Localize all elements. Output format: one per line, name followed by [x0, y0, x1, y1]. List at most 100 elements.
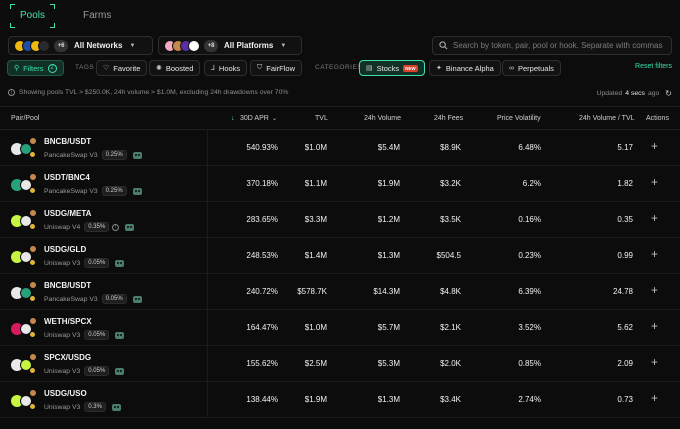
- stocks-icon: ▤: [366, 65, 373, 72]
- category-binance-alpha[interactable]: ✦ Binance Alpha: [429, 60, 501, 76]
- categories-label: CATEGORIES: [315, 64, 363, 71]
- chevron-down-icon: ▼: [129, 42, 136, 49]
- column-apr[interactable]: 30D APR: [240, 115, 269, 122]
- protocol-name: Uniswap V3: [44, 403, 81, 411]
- refresh-icon[interactable]: ↻: [665, 89, 672, 98]
- pair-token-icons: [11, 209, 37, 230]
- cell-apr: 164.47%: [246, 323, 278, 332]
- tab-pools[interactable]: Pools: [10, 4, 56, 28]
- pool-cell[interactable]: SPCX/USDG Uniswap V3 0.05%: [0, 346, 208, 382]
- pair-token-icons: [11, 137, 37, 158]
- cell-fees: $2.1K: [440, 323, 461, 332]
- column-vol-tvl[interactable]: 24h Volume / TVL: [579, 115, 635, 122]
- table-row[interactable]: USDT/BNC4 PancakeSwap V3 0.25% 370.18% $1.1M…: [0, 166, 680, 202]
- pair-name[interactable]: BNCB/USDT: [44, 281, 91, 290]
- sort-desc-icon[interactable]: ↓: [231, 115, 235, 122]
- cell-fees: $3.2K: [440, 179, 461, 188]
- bot-icon: [115, 331, 125, 339]
- cell-volatility: 3.52%: [518, 323, 541, 332]
- protocol-name: PancakeSwap V3: [44, 295, 98, 303]
- search-input[interactable]: [453, 41, 663, 50]
- fee-tier-badge: 0.05%: [84, 330, 110, 340]
- chain-icon: [29, 295, 36, 302]
- filter-summary: i Showing pools TVL > $250.0K, 24h volum…: [8, 89, 288, 96]
- tag-fairflow[interactable]: ⛉ FairFlow: [250, 60, 303, 76]
- add-icon[interactable]: +: [651, 391, 658, 405]
- networks-dropdown[interactable]: +6 All Networks ▼: [8, 36, 153, 55]
- platforms-dropdown[interactable]: +8 All Platforms ▼: [158, 36, 302, 55]
- fee-tier-badge: 0.25%: [101, 150, 127, 160]
- table-row[interactable]: USDG/GLD Uniswap V3 0.05% 248.53% $1.4M $1.3M…: [0, 238, 680, 274]
- column-volatility[interactable]: Price Volatility: [497, 115, 541, 122]
- protocol-name: PancakeSwap V3: [44, 187, 98, 195]
- tab-farms[interactable]: Farms: [83, 6, 111, 26]
- add-icon[interactable]: +: [651, 283, 658, 297]
- networks-label: All Networks: [74, 41, 123, 50]
- table-row[interactable]: WETH/SPCX Uniswap V3 0.05% 164.47% $1.0M $5.7…: [0, 310, 680, 346]
- pair-name[interactable]: USDG/META: [44, 209, 91, 218]
- protocol-name: Uniswap V4: [44, 223, 81, 231]
- tag-favorite[interactable]: ♡ Favorite: [96, 60, 148, 76]
- cell-tvl: $1.0M: [304, 323, 327, 332]
- filter-row: ⚲ Filters 2 TAGS ♡ Favorite ✺ Boosted ⅃ Hoo…: [7, 60, 672, 76]
- pair-name[interactable]: SPCX/USDG: [44, 353, 91, 362]
- pair-name[interactable]: USDG/GLD: [44, 245, 86, 254]
- add-icon[interactable]: +: [651, 175, 658, 189]
- tag-hooks[interactable]: ⅃ Hooks: [204, 60, 248, 76]
- network-icons: [14, 39, 50, 52]
- chevron-down-icon: ⌄: [272, 116, 278, 122]
- cell-vol-tvl: 2.09: [617, 359, 633, 368]
- pool-cell[interactable]: USDT/BNC4 PancakeSwap V3 0.25%: [0, 166, 208, 202]
- table-row[interactable]: USDG/USO Uniswap V3 0.3% 138.44% $1.9M $1.3M $…: [0, 382, 680, 418]
- cell-apr: 138.44%: [246, 395, 278, 404]
- hook-info-icon[interactable]: i: [112, 223, 120, 231]
- pair-token-icons: [11, 245, 37, 266]
- tag-boosted[interactable]: ✺ Boosted: [149, 60, 201, 76]
- column-tvl[interactable]: TVL: [315, 115, 328, 122]
- table-row[interactable]: USDG/META Uniswap V4 0.35% i 283.65% $3.3M $1.…: [0, 202, 680, 238]
- table-row[interactable]: SPCX/USDG Uniswap V3 0.05% 155.62% $2.5M $5.3…: [0, 346, 680, 382]
- pool-cell[interactable]: USDG/GLD Uniswap V3 0.05%: [0, 238, 208, 274]
- chain-icon: [29, 223, 36, 230]
- pair-name[interactable]: USDT/BNC4: [44, 173, 90, 182]
- cell-volatility: 0.23%: [518, 251, 541, 260]
- cell-apr: 248.53%: [246, 251, 278, 260]
- table-header: Pair/Pool ↓ 30D APR ⌄ TVL 24h Volume 24h…: [0, 106, 680, 130]
- cell-volatility: 0.85%: [518, 359, 541, 368]
- add-icon[interactable]: +: [651, 211, 658, 225]
- column-volume[interactable]: 24h Volume: [364, 115, 401, 122]
- table-row[interactable]: BNCB/USDT PancakeSwap V3 0.25% 540.93% $1.0M…: [0, 130, 680, 166]
- platform-icon: [29, 317, 37, 325]
- pair-token-icons: [11, 389, 37, 410]
- pair-name[interactable]: USDG/USO: [44, 389, 87, 398]
- cell-apr: 283.65%: [246, 215, 278, 224]
- pair-token-icons: [11, 173, 37, 194]
- platform-icon: [29, 353, 37, 361]
- chain-icon: [29, 367, 36, 374]
- reset-filters-link[interactable]: Reset filters: [635, 63, 672, 70]
- pool-cell[interactable]: USDG/USO Uniswap V3 0.3%: [0, 382, 208, 418]
- pair-name[interactable]: BNCB/USDT: [44, 137, 91, 146]
- pool-cell[interactable]: USDG/META Uniswap V4 0.35% i: [0, 202, 208, 238]
- filters-button[interactable]: ⚲ Filters 2: [7, 60, 64, 76]
- table-row[interactable]: BNCB/USDT PancakeSwap V3 0.05% 240.72% $578.…: [0, 274, 680, 310]
- pool-cell[interactable]: BNCB/USDT PancakeSwap V3 0.25%: [0, 130, 208, 166]
- pool-cell[interactable]: WETH/SPCX Uniswap V3 0.05%: [0, 310, 208, 346]
- filter-icon: ⚲: [14, 65, 20, 72]
- add-icon[interactable]: +: [651, 319, 658, 333]
- cell-fees: $3.4K: [440, 395, 461, 404]
- cell-fees: $3.5K: [440, 215, 461, 224]
- add-icon[interactable]: +: [651, 139, 658, 153]
- category-perpetuals[interactable]: ∞ Perpetuals: [502, 60, 561, 76]
- pair-token-icons: [11, 281, 37, 302]
- cell-tvl: $2.5M: [304, 359, 327, 368]
- bot-icon: [132, 295, 142, 303]
- category-stocks[interactable]: ▤ Stocks NEW: [359, 60, 425, 76]
- pair-name[interactable]: WETH/SPCX: [44, 317, 92, 326]
- pair-token-icons: [11, 317, 37, 338]
- add-icon[interactable]: +: [651, 247, 658, 261]
- pool-cell[interactable]: BNCB/USDT PancakeSwap V3 0.05%: [0, 274, 208, 310]
- add-icon[interactable]: +: [651, 355, 658, 369]
- column-fees[interactable]: 24h Fees: [434, 115, 463, 122]
- cell-vol-tvl: 5.17: [617, 143, 633, 152]
